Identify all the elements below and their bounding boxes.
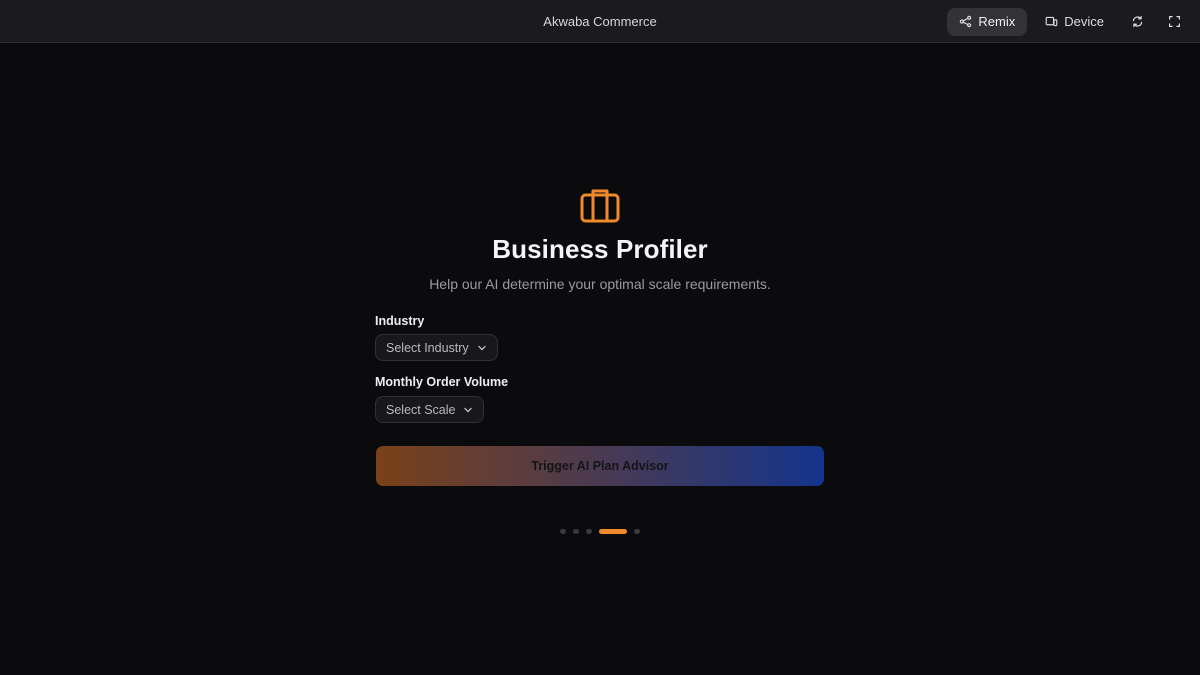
fullscreen-button[interactable] bbox=[1159, 8, 1190, 36]
device-icon bbox=[1045, 16, 1058, 27]
refresh-button[interactable] bbox=[1122, 8, 1153, 36]
device-label: Device bbox=[1064, 14, 1104, 29]
share-icon bbox=[960, 15, 972, 28]
top-actions: Remix Device bbox=[947, 7, 1190, 36]
briefcase-icon bbox=[580, 189, 620, 223]
pager-dot[interactable] bbox=[560, 529, 566, 534]
pager-dot[interactable] bbox=[634, 529, 640, 534]
remix-button[interactable]: Remix bbox=[947, 7, 1028, 36]
trigger-advisor-button[interactable]: Trigger AI Plan Advisor bbox=[376, 446, 824, 486]
remix-label: Remix bbox=[978, 14, 1016, 29]
page-title: Business Profiler bbox=[492, 234, 708, 264]
fullscreen-icon bbox=[1169, 16, 1180, 27]
page-subtitle: Help our AI determine your optimal scale… bbox=[429, 276, 771, 292]
refresh-icon bbox=[1132, 15, 1143, 28]
device-button[interactable]: Device bbox=[1033, 8, 1116, 36]
volume-label: Monthly Order Volume bbox=[375, 375, 509, 389]
industry-label: Industry bbox=[375, 314, 425, 328]
chevron-down-icon bbox=[464, 407, 473, 412]
pager-dot[interactable] bbox=[586, 529, 592, 534]
volume-select[interactable]: Select Scale bbox=[375, 396, 485, 423]
chevron-down-icon bbox=[477, 345, 486, 350]
industry-select[interactable]: Select Industry bbox=[375, 334, 498, 361]
pager-dot-active[interactable] bbox=[599, 529, 627, 534]
top-bar: Akwaba Commerce Remix Device bbox=[0, 0, 1200, 43]
trigger-advisor-label: Trigger AI Plan Advisor bbox=[531, 459, 669, 473]
main-panel: Business Profiler Help our AI determine … bbox=[0, 44, 1200, 675]
pager-dot[interactable] bbox=[573, 529, 579, 534]
industry-select-value: Select Industry bbox=[386, 340, 469, 355]
step-pager bbox=[0, 529, 1200, 534]
volume-select-value: Select Scale bbox=[386, 402, 456, 417]
